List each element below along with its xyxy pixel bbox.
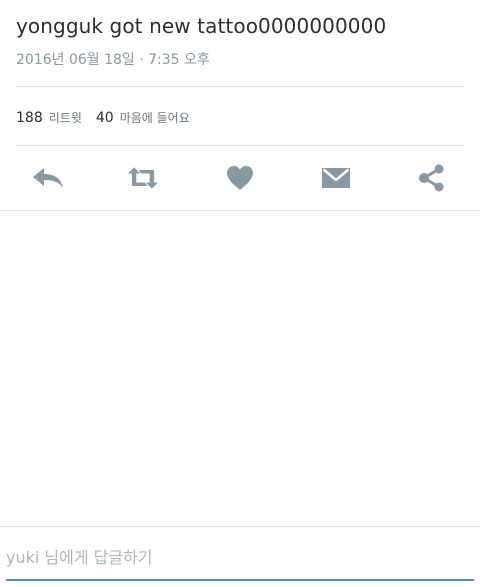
direct-message-button[interactable] [320,164,352,192]
divider [16,145,464,146]
retweets-count: 188 [16,109,43,126]
reply-input-underline [6,579,474,581]
retweet-icon [127,167,159,189]
share-button[interactable] [416,164,448,192]
likes-count: 40 [95,109,114,126]
likes-label: 마음에 들어요 [119,110,190,125]
heart-icon [227,166,253,190]
reply-icon [33,168,63,188]
action-bar [0,158,480,198]
tweet-stats: 188 리트윗 40 마음에 들어요 [16,107,204,127]
tweet-timestamp[interactable]: 2016년 06월 18일 · 7:35 오후 [16,51,210,69]
tweet-text: yongguk got new tattoo0000000000 [16,14,387,38]
reply-input[interactable] [6,543,474,571]
divider [0,210,480,211]
retweet-button[interactable] [127,164,159,192]
retweets-label: 리트윗 [48,110,82,125]
divider [16,86,464,87]
reply-bar [0,527,480,587]
likes-stat[interactable]: 40 마음에 들어요 [96,109,190,126]
reply-button[interactable] [32,164,64,192]
envelope-icon [322,168,350,188]
like-button[interactable] [224,164,256,192]
retweets-stat[interactable]: 188 리트윗 [16,109,82,126]
share-icon [419,164,444,192]
